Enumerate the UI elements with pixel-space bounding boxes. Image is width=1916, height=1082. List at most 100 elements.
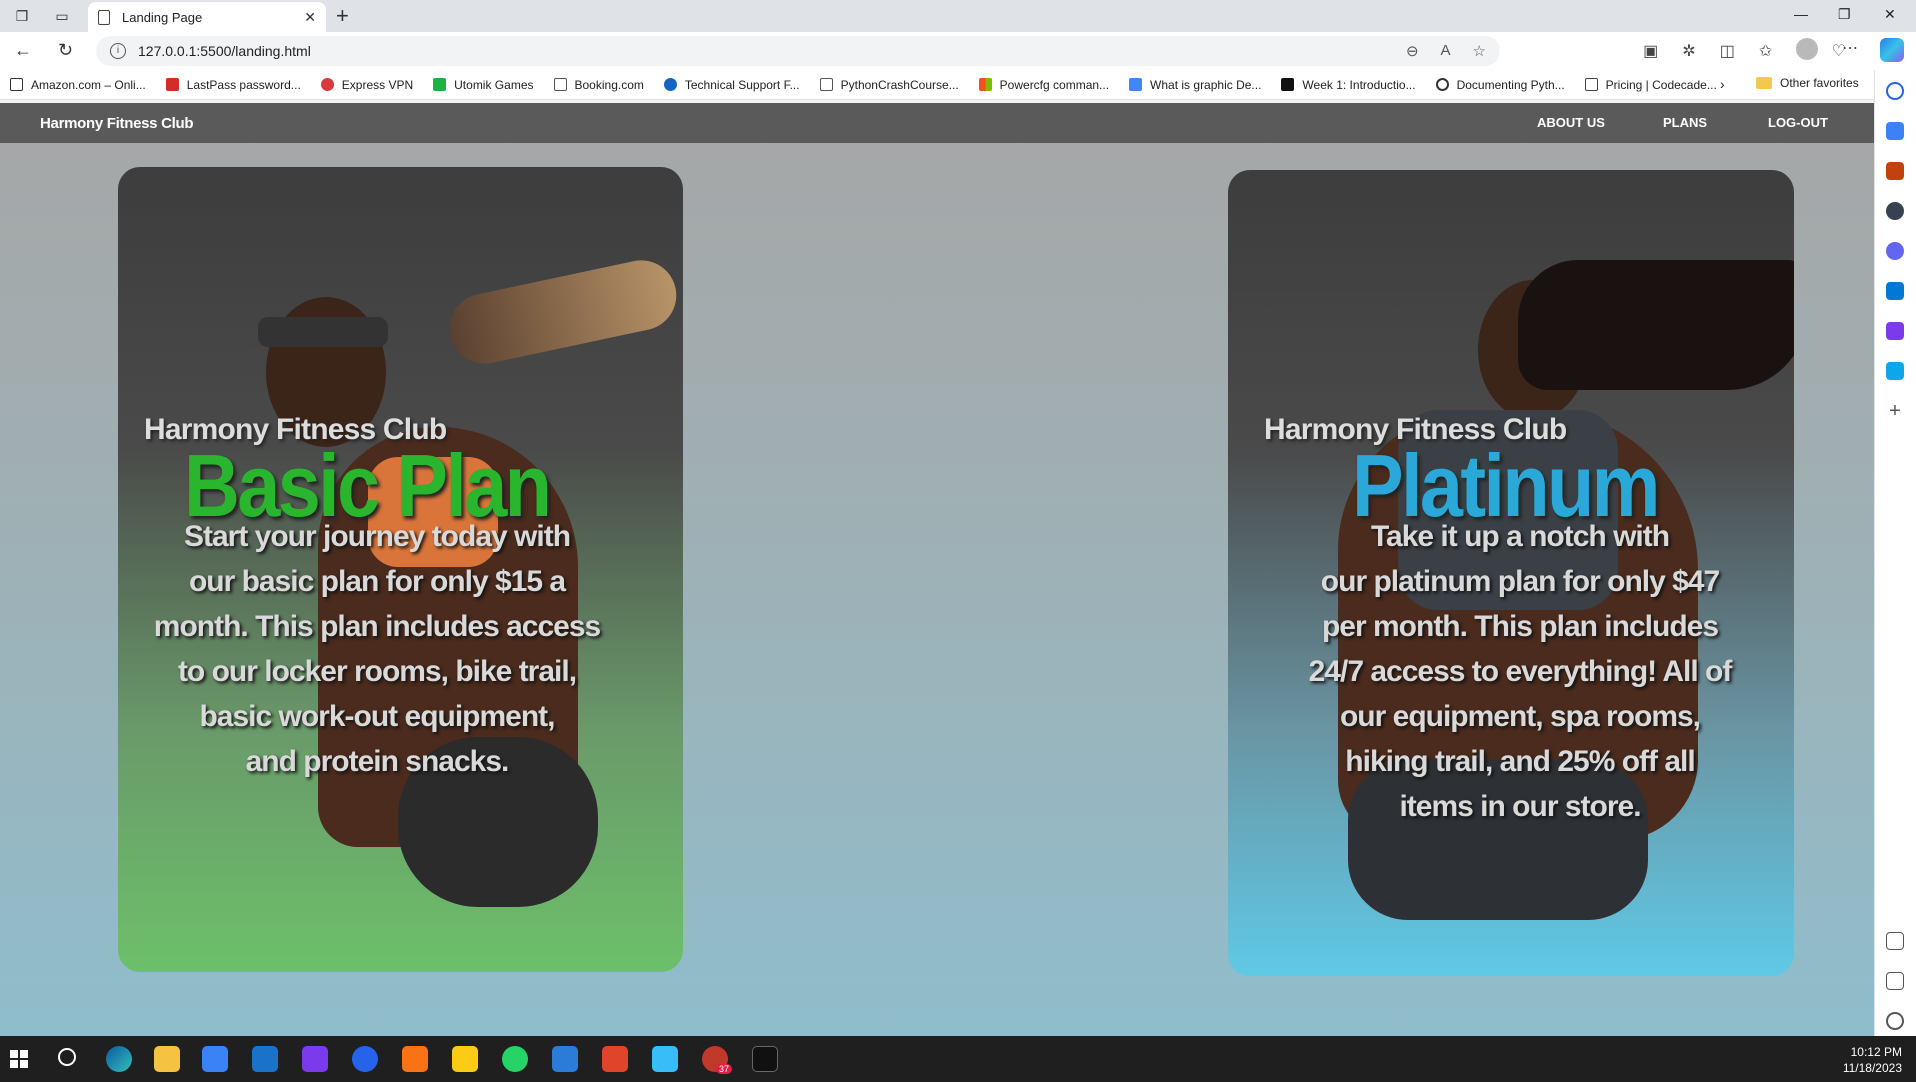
bookmark-item[interactable]: Documenting Pyth... bbox=[1435, 78, 1565, 92]
vscode-icon[interactable] bbox=[552, 1046, 578, 1072]
bookmark-favicon bbox=[1584, 78, 1598, 91]
more-bookmarks-chevron-icon[interactable]: › bbox=[1720, 76, 1725, 92]
read-aloud-icon[interactable]: A bbox=[1441, 42, 1451, 60]
minimize-icon[interactable]: — bbox=[1794, 6, 1808, 22]
favorites-icon[interactable]: ✩ bbox=[1759, 41, 1772, 61]
site-brand[interactable]: Harmony Fitness Club bbox=[40, 115, 194, 132]
app-icon[interactable] bbox=[302, 1046, 328, 1072]
sticky-notes-icon[interactable] bbox=[452, 1046, 478, 1072]
desc-line: hiking trail, and 25% off all bbox=[1345, 745, 1695, 778]
tab-landing-page[interactable]: Landing Page ✕ bbox=[88, 2, 326, 32]
bookmark-favicon bbox=[1435, 78, 1449, 91]
bookmark-favicon bbox=[10, 78, 23, 91]
workspaces-icon[interactable]: ❐ bbox=[12, 6, 32, 26]
bookmark-item[interactable]: Express VPN bbox=[320, 78, 413, 92]
desc-line: 24/7 access to everything! All of bbox=[1308, 655, 1733, 688]
bookmark-item[interactable]: Technical Support F... bbox=[663, 77, 800, 92]
favorite-star-icon[interactable]: ☆ bbox=[1473, 42, 1486, 60]
bookmark-item[interactable]: What is graphic De... bbox=[1129, 78, 1261, 92]
microsoft365-icon[interactable] bbox=[1886, 242, 1904, 260]
bookmark-item[interactable]: Utomik Games bbox=[433, 78, 534, 92]
shopping-tag-icon[interactable] bbox=[1886, 122, 1904, 140]
windows-taskbar: 37 10:12 PM 11/18/2023 bbox=[0, 1036, 1916, 1082]
more-menu-icon[interactable]: ⋯ bbox=[1842, 38, 1858, 58]
file-explorer-icon[interactable] bbox=[154, 1046, 180, 1072]
back-icon[interactable]: ← bbox=[14, 40, 32, 61]
bookmark-item[interactable]: Week 1: Introductio... bbox=[1281, 78, 1416, 92]
settings-gear-icon[interactable] bbox=[1886, 1012, 1904, 1030]
split-screen-icon[interactable]: ◫ bbox=[1720, 41, 1735, 61]
landing-page: Harmony Fitness Club ABOUT US PLANS LOG-… bbox=[0, 103, 1874, 1036]
add-icon[interactable]: + bbox=[1886, 401, 1904, 421]
search-icon[interactable] bbox=[58, 1048, 76, 1066]
desc-line: to our locker rooms, bike trail, bbox=[177, 655, 577, 688]
hp-app-icon[interactable] bbox=[252, 1046, 278, 1072]
bookmark-favicon bbox=[320, 78, 334, 91]
bookmark-label: Pricing | Codecade... bbox=[1605, 77, 1717, 92]
office-app-icon[interactable] bbox=[402, 1046, 428, 1072]
bookmark-favicon bbox=[1129, 78, 1143, 91]
bookmark-label: Booking.com bbox=[574, 77, 644, 92]
terminal-icon[interactable] bbox=[752, 1046, 778, 1072]
nav-plans[interactable]: PLANS bbox=[1663, 115, 1707, 130]
other-favorites[interactable]: Other favorites bbox=[1756, 76, 1859, 90]
external-link-icon[interactable] bbox=[1886, 972, 1904, 990]
start-icon[interactable] bbox=[10, 1050, 28, 1068]
extensions-puzzle-icon[interactable]: ✲ bbox=[1682, 41, 1695, 61]
system-clock[interactable]: 10:12 PM 11/18/2023 bbox=[1843, 1044, 1902, 1076]
store-icon[interactable] bbox=[202, 1046, 228, 1072]
new-tab-icon[interactable]: + bbox=[336, 4, 349, 28]
bookmark-favicon bbox=[819, 78, 833, 91]
extension-icon[interactable]: ▣ bbox=[1643, 41, 1658, 61]
tools-icon[interactable] bbox=[1886, 162, 1904, 180]
edge-app-icon[interactable] bbox=[106, 1046, 132, 1072]
desc-line: our platinum plan for only $47 bbox=[1320, 565, 1720, 598]
bookmark-favicon bbox=[553, 78, 567, 91]
designer-icon[interactable] bbox=[1886, 322, 1904, 340]
bookmark-item[interactable]: Pricing | Codecade... bbox=[1584, 77, 1717, 92]
notification-app-icon[interactable]: 37 bbox=[702, 1046, 732, 1074]
whatsapp-icon[interactable] bbox=[502, 1046, 528, 1072]
games-icon[interactable] bbox=[1886, 202, 1904, 220]
refresh-icon[interactable]: ↻ bbox=[58, 40, 73, 61]
tab-title: Landing Page bbox=[122, 9, 203, 25]
desc-line: our equipment, spa rooms, bbox=[1339, 700, 1701, 733]
site-info-icon[interactable]: i bbox=[110, 43, 126, 59]
window-close-icon[interactable]: ✕ bbox=[1884, 6, 1896, 23]
basic-card-description: Start your journey today with our basic … bbox=[130, 514, 624, 784]
bookmark-favicon bbox=[433, 78, 447, 91]
bookmark-item[interactable]: Amazon.com – Onli... bbox=[10, 78, 146, 92]
close-tab-icon[interactable]: ✕ bbox=[304, 9, 316, 26]
git-app-icon[interactable] bbox=[602, 1046, 628, 1072]
drop-icon[interactable] bbox=[1886, 362, 1904, 380]
bookmark-item[interactable]: Powercfg comman... bbox=[978, 78, 1109, 92]
outlook-icon[interactable] bbox=[1886, 282, 1904, 300]
search-icon[interactable] bbox=[1886, 82, 1904, 100]
photos-icon[interactable] bbox=[652, 1046, 678, 1072]
bookmark-label: LastPass password... bbox=[186, 77, 301, 92]
copilot-icon[interactable] bbox=[1880, 38, 1904, 62]
site-navbar: Harmony Fitness Club ABOUT US PLANS LOG-… bbox=[0, 103, 1874, 143]
desc-line: Start your journey today with bbox=[183, 520, 571, 553]
notification-badge: 37 bbox=[715, 1064, 732, 1074]
nav-about-us[interactable]: ABOUT US bbox=[1537, 115, 1605, 130]
desc-line: and protein snacks. bbox=[245, 745, 510, 778]
restore-icon[interactable]: ❐ bbox=[1838, 6, 1851, 23]
bookmark-label: PythonCrashCourse... bbox=[840, 77, 959, 92]
page-icon bbox=[98, 9, 110, 25]
bookmarks-bar: Amazon.com – Onli... LastPass password..… bbox=[0, 70, 1880, 100]
bookmark-item[interactable]: PythonCrashCourse... bbox=[819, 77, 959, 92]
bookmark-item[interactable]: LastPass password... bbox=[165, 77, 301, 92]
desc-line: per month. This plan includes bbox=[1321, 610, 1719, 643]
tab-actions-icon[interactable]: ▭ bbox=[52, 6, 72, 26]
bookmark-item[interactable]: Booking.com bbox=[553, 77, 644, 92]
desc-line: our basic plan for only $15 a bbox=[188, 565, 566, 598]
zoom-icon[interactable]: ⊖ bbox=[1406, 42, 1419, 60]
profile-avatar[interactable] bbox=[1796, 38, 1818, 60]
nav-log-out[interactable]: LOG-OUT bbox=[1768, 115, 1828, 130]
sidebar-toggle-icon[interactable] bbox=[1886, 932, 1904, 950]
bookmark-label: Technical Support F... bbox=[684, 77, 800, 92]
chat-app-icon[interactable] bbox=[352, 1046, 378, 1072]
address-bar[interactable]: i 127.0.0.1:5500/landing.html ⊖ A ☆ bbox=[96, 36, 1500, 66]
desc-line: items in our store. bbox=[1399, 790, 1641, 823]
